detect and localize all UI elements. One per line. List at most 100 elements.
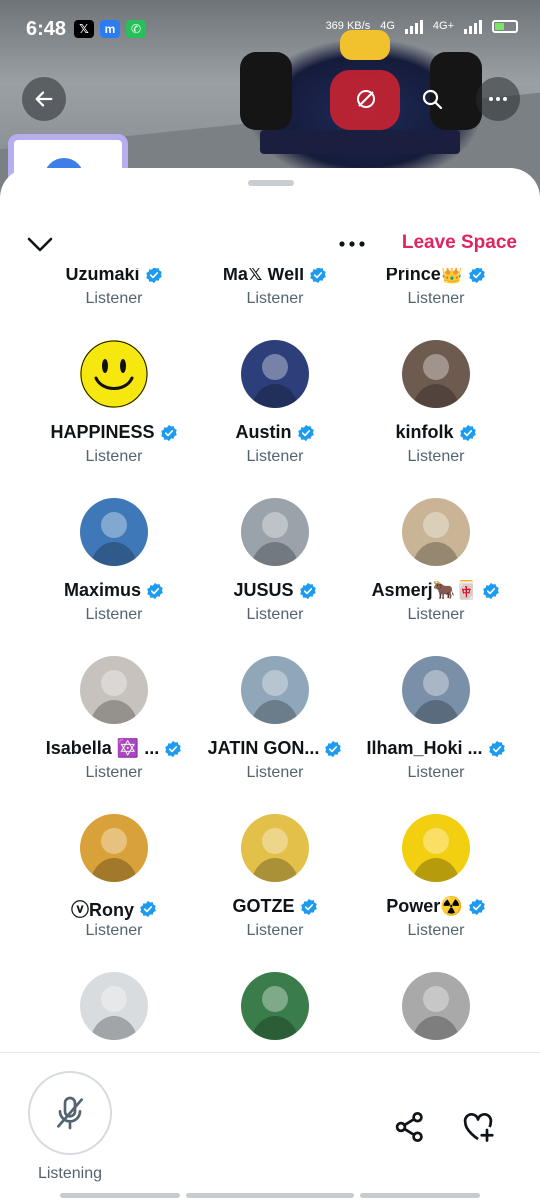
avatar-placeholder-icon (251, 512, 299, 566)
participant-name-row: Prince👑 (346, 268, 526, 285)
avatar-placeholder-icon (90, 986, 138, 1040)
car-front-wing (260, 130, 460, 154)
participant-item[interactable] (185, 972, 365, 1050)
verified-badge-icon (468, 898, 485, 915)
more-icon (489, 97, 507, 101)
participant-name: Ma𝕏 Well (222, 268, 305, 284)
chevron-down-icon[interactable] (24, 228, 56, 260)
mic-button[interactable] (28, 1071, 112, 1155)
share-button[interactable] (392, 1109, 428, 1145)
avatar-placeholder-icon (90, 512, 138, 566)
participant-item[interactable]: Maximus Listener (24, 498, 204, 648)
back-button[interactable] (22, 77, 66, 121)
participant-role: Listener (246, 922, 304, 939)
participant-item[interactable]: GOTZE Listener (185, 814, 365, 964)
participant-name-row: Ma𝕏 Well (185, 268, 365, 285)
verified-badge-icon (299, 582, 316, 599)
participant-name-row: ⓥRony (24, 896, 204, 922)
share-icon (395, 1112, 423, 1142)
participant-avatar[interactable] (241, 656, 309, 724)
avatar-placeholder-icon (412, 670, 460, 724)
participant-item[interactable]: HAPPINESS Listener (24, 340, 204, 490)
participant-item[interactable]: Ilham_Hoki ... Listener (346, 656, 526, 806)
verified-badge-icon (297, 424, 314, 441)
participant-item[interactable]: JATIN GON... Listener (185, 656, 365, 806)
more-dots-icon[interactable] (336, 232, 368, 256)
space-sheet: Leave Space Uzumaki Listener Ma𝕏 Well Liste… (0, 168, 540, 1200)
participant-role: Listener (246, 448, 304, 465)
participant-item[interactable]: Asmerj🐂🀄 Listener (346, 498, 526, 648)
participant-item[interactable]: Prince👑 Listener (346, 268, 526, 332)
participant-avatar[interactable] (241, 972, 309, 1040)
car-wheel-left (240, 52, 292, 130)
leave-space-button[interactable]: Leave Space (402, 232, 517, 254)
verified-badge-icon (140, 900, 156, 918)
participant-role: Listener (85, 290, 143, 307)
participant-avatar[interactable] (402, 498, 470, 566)
participant-item[interactable]: Ma𝕏 Well Listener (185, 268, 365, 332)
heart-plus-icon (463, 1113, 494, 1142)
participant-name: Power☢️ (386, 896, 463, 916)
participant-item[interactable] (346, 972, 526, 1050)
participant-item[interactable]: Uzumaki Listener (24, 268, 204, 332)
avatar-placeholder-icon (90, 828, 138, 882)
participant-avatar[interactable] (241, 340, 309, 408)
messenger-icon: m (100, 20, 120, 38)
participant-avatar[interactable] (402, 972, 470, 1040)
participant-name: HAPPINESS (50, 422, 155, 442)
participant-name-row: Isabella 🔯 ... (24, 738, 204, 759)
participant-avatar[interactable] (80, 972, 148, 1040)
participant-avatar[interactable] (80, 340, 148, 408)
nav-handle-center[interactable] (186, 1193, 354, 1198)
participant-name-row: kinfolk (346, 422, 526, 443)
smiley-face-icon (80, 340, 148, 408)
participant-item[interactable]: kinfolk Listener (346, 340, 526, 490)
status-bar: 6:48 𝕏 m ✆ 369 KB/s 4G 4G+ (0, 0, 540, 56)
participant-avatar[interactable] (402, 656, 470, 724)
sheet-grabber[interactable] (248, 180, 294, 186)
participant-name-row: Austin (185, 422, 365, 443)
participant-avatar[interactable] (241, 498, 309, 566)
participant-avatar[interactable] (80, 656, 148, 724)
verified-badge-icon (310, 268, 326, 283)
participant-avatar[interactable] (402, 340, 470, 408)
participant-avatar[interactable] (80, 498, 148, 566)
avatar-placeholder-icon (251, 828, 299, 882)
avatar-placeholder-icon (412, 512, 460, 566)
participant-avatar[interactable] (402, 814, 470, 882)
reaction-button[interactable] (460, 1109, 496, 1145)
participant-name: kinfolk (395, 422, 454, 442)
participant-item[interactable]: ⓥRony Listener (24, 814, 204, 964)
system-indicators: 369 KB/s 4G 4G+ (326, 18, 518, 34)
status-time: 6:48 (26, 18, 67, 40)
arrow-left-icon (35, 91, 53, 107)
participant-item[interactable] (24, 972, 204, 1050)
participant-item[interactable]: JUSUS Listener (185, 498, 365, 648)
header-more-button[interactable] (476, 77, 520, 121)
participant-role: Listener (246, 290, 304, 307)
space-controls: Listening (0, 1052, 540, 1200)
search-button[interactable] (410, 77, 454, 121)
participant-role: Listener (85, 448, 143, 465)
participant-item[interactable]: Isabella 🔯 ... Listener (24, 656, 204, 806)
participant-name-row: Uzumaki (24, 268, 204, 285)
mute-button[interactable] (344, 77, 388, 121)
participant-name-row: Asmerj🐂🀄 (346, 580, 526, 601)
participant-name: JATIN GON... (207, 738, 320, 758)
participant-role: Listener (246, 606, 304, 623)
participant-role: Listener (407, 448, 465, 465)
participant-name-row: Power☢️ (346, 896, 526, 917)
participant-avatar[interactable] (80, 814, 148, 882)
avatar-placeholder-icon (412, 828, 460, 882)
participant-avatar[interactable] (241, 814, 309, 882)
participants-list[interactable]: Uzumaki Listener Ma𝕏 Well Listener Prince👑 Li… (0, 268, 540, 1050)
participant-item[interactable]: Austin Listener (185, 340, 365, 490)
signal-icon-2 (464, 18, 482, 34)
participant-name: Ilham_Hoki ... (366, 738, 483, 758)
mute-icon (357, 90, 375, 108)
participant-name-row: HAPPINESS (24, 422, 204, 443)
participant-item[interactable]: Power☢️ Listener (346, 814, 526, 964)
verified-badge-icon (300, 898, 317, 915)
participant-role: Listener (407, 764, 465, 781)
mic-off-icon (57, 1096, 83, 1130)
